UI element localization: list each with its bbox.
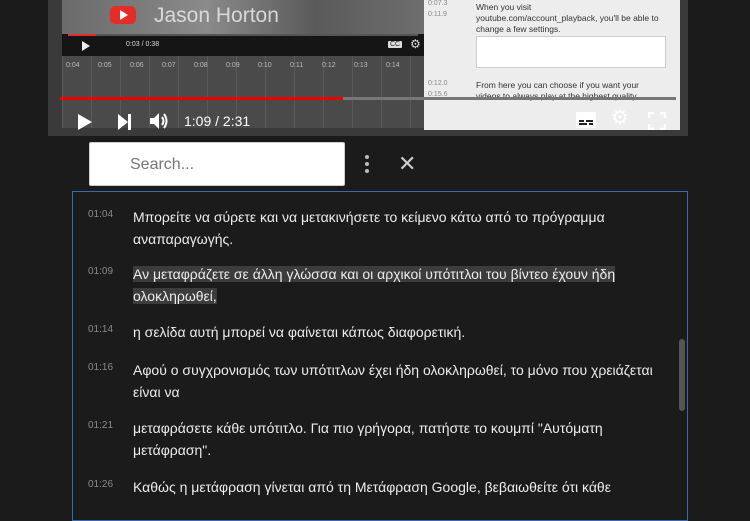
inner-time-display: 0:03 / 0:38 [126,41,160,48]
gear-icon[interactable]: ⚙ [611,108,629,128]
inner-video-controls: 0:03 / 0:38 CC ⚙ [62,34,424,56]
dot [365,155,369,159]
time-display: 1:09 / 2:31 [184,113,251,129]
player-controls: 1:09 / 2:31 ⚙ [48,104,688,136]
fullscreen-icon[interactable] [648,112,666,130]
timeline-tick-label: 0:12 [322,62,336,69]
caption-input[interactable] [476,36,666,68]
timeline-tick-label: 0:08 [194,62,208,69]
transcript-text: Αφού ο συγχρονισμός των υπότιτλων έχει ή… [133,362,653,400]
inner-progress-bar [68,34,418,36]
transcript-text: Καθώς η μετάφραση γίνεται από τη Μετάφρα… [133,479,611,495]
transcript-timestamp: 01:21 [88,420,114,431]
timeline-tick-label: 0:05 [98,62,112,69]
progress-fill [60,97,344,100]
transcript-text-highlighted: Αν μεταφράζετε σε άλλη γλώσσα και οι αρχ… [133,263,653,307]
inner-cc-icon: CC [388,41,403,48]
next-icon[interactable] [118,114,132,130]
presenter-name: Jason Horton [154,4,279,27]
timeline-tick-label: 0:06 [130,62,144,69]
transcript-list[interactable]: 01:04 Μπορείτε να σύρετε και να μετακινή… [72,191,688,521]
caption-text: From here you can choose if you want you… [476,80,639,90]
timeline-tick-label: 0:04 [66,62,80,69]
dot [365,169,369,173]
more-vertical-icon[interactable] [362,154,372,174]
caption-time: 0:07.3 [428,0,448,7]
highlighted-text: Αν μεταφράζετε σε άλλη γλώσσα και οι αρχ… [133,266,616,304]
inner-play-icon [82,41,90,51]
timeline-tick-label: 0:11 [290,62,304,69]
timeline-tick-label: 0:09 [226,62,240,69]
caption-text: When you visit [476,2,532,12]
transcript-timestamp: 01:16 [88,362,114,373]
transcript-timestamp: 01:14 [88,324,114,335]
transcript-text: Μπορείτε να σύρετε και να μετακινήσετε τ… [133,209,605,247]
caption-text: youtube.com/account_playback, you'll be … [476,13,659,34]
close-icon[interactable]: ✕ [398,153,416,175]
volume-icon[interactable] [148,110,170,132]
transcript-text: μεταφράσετε κάθε υπότιτλο. Για πιο γρήγο… [133,420,603,458]
youtube-logo-icon [110,6,136,24]
transcript-timestamp: 01:04 [88,209,114,220]
timeline-tick-label: 0:07 [162,62,176,69]
search-box [89,142,345,187]
play-icon[interactable] [78,114,92,130]
inner-progress-fill [68,34,96,36]
caption-time: 0:11.9 [428,11,447,18]
search-input[interactable] [128,143,342,187]
caption-time: 0:12.0 [428,80,448,87]
timeline-tick-label: 0:14 [386,62,400,69]
subtitles-icon[interactable] [576,112,596,128]
transcript-timestamp: 01:09 [88,266,114,277]
dot [365,162,369,166]
transcript-text: η σελίδα αυτή μπορεί να φαίνεται κάπως δ… [133,324,466,340]
timeline-tick-label: 0:13 [354,62,368,69]
progress-bar[interactable] [60,97,676,100]
inner-gear-icon: ⚙ [410,37,421,51]
transcript-timestamp: 01:26 [88,479,114,490]
scrollbar[interactable] [679,339,685,411]
timeline-tick-label: 0:10 [258,62,272,69]
